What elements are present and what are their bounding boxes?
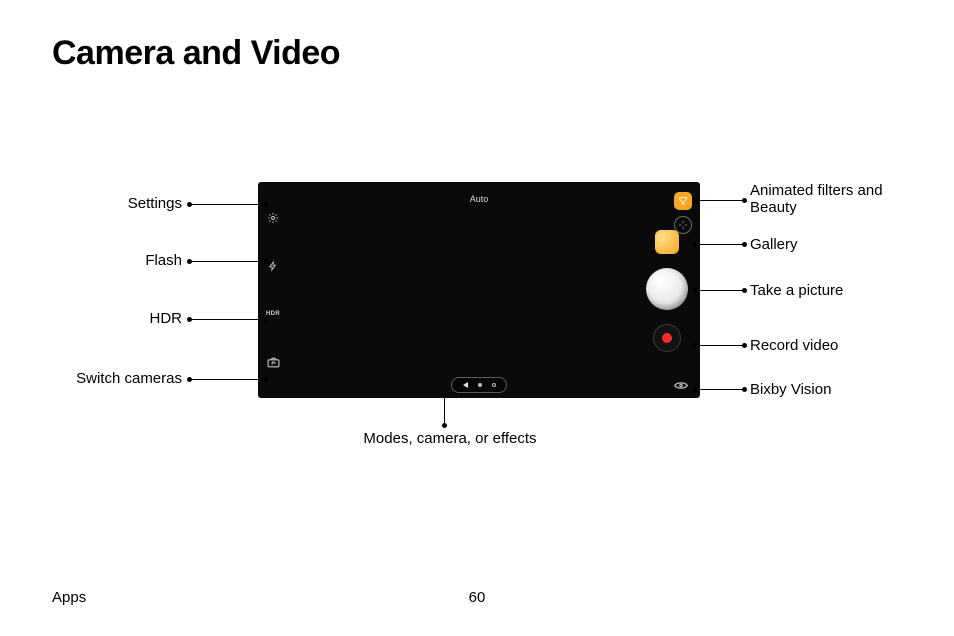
- mode-pager[interactable]: [451, 377, 507, 393]
- callout-line: [189, 261, 265, 262]
- pager-dot: [478, 383, 482, 387]
- callout-line: [189, 204, 265, 205]
- footer-section: Apps: [52, 589, 86, 606]
- callout-endpoint: [187, 202, 192, 207]
- pager-dot: [492, 383, 496, 387]
- filters-button[interactable]: [674, 192, 692, 210]
- flash-icon: [268, 260, 278, 272]
- callout-modes: Modes, camera, or effects: [340, 430, 560, 447]
- switch-camera-icon: [267, 357, 280, 368]
- callout-endpoint: [442, 423, 447, 428]
- callout-hdr: HDR: [60, 310, 182, 327]
- sparkle-icon: [678, 220, 688, 230]
- callout-endpoint: [742, 387, 747, 392]
- callout-record: Record video: [750, 337, 838, 354]
- bixby-vision-button[interactable]: [674, 381, 688, 390]
- footer-page-number: 60: [469, 589, 486, 606]
- callout-line: [695, 200, 744, 201]
- gear-icon: [267, 212, 279, 224]
- callout-flash: Flash: [60, 252, 182, 269]
- switch-camera-button[interactable]: [264, 353, 282, 371]
- callout-endpoint: [187, 377, 192, 382]
- record-button[interactable]: [653, 324, 681, 352]
- filters-icon: [678, 196, 688, 206]
- callout-gallery: Gallery: [750, 236, 798, 253]
- callout-endpoint: [693, 343, 698, 348]
- callout-endpoint: [187, 259, 192, 264]
- callout-endpoint: [693, 198, 698, 203]
- callout-line: [444, 395, 445, 425]
- callout-switch-cameras: Switch cameras: [60, 370, 182, 387]
- callout-endpoint: [742, 242, 747, 247]
- callout-line: [695, 290, 744, 291]
- filter-beauty-group: [674, 192, 692, 234]
- settings-button[interactable]: [264, 209, 282, 227]
- callout-endpoint: [263, 317, 268, 322]
- callout-endpoint: [742, 198, 747, 203]
- callout-endpoint: [742, 343, 747, 348]
- callout-bixby: Bixby Vision: [750, 381, 831, 398]
- gallery-button[interactable]: [655, 230, 679, 254]
- callout-endpoint: [263, 202, 268, 207]
- camera-right-controls: [642, 230, 692, 352]
- camera-mode-label: Auto: [470, 194, 489, 204]
- callout-line: [189, 319, 265, 320]
- page-title: Camera and Video: [52, 34, 340, 73]
- callout-endpoint: [187, 317, 192, 322]
- callout-settings: Settings: [60, 195, 182, 212]
- camera-screenshot: HDR Auto: [258, 182, 700, 398]
- callout-endpoint: [742, 288, 747, 293]
- callout-endpoint: [442, 393, 447, 398]
- shutter-button[interactable]: [646, 268, 688, 310]
- callout-line: [695, 389, 744, 390]
- camera-left-strip: HDR: [258, 182, 288, 398]
- hdr-icon: HDR: [266, 311, 280, 317]
- callout-endpoint: [263, 377, 268, 382]
- record-dot-icon: [662, 333, 672, 343]
- callout-endpoint: [693, 387, 698, 392]
- callout-endpoint: [693, 288, 698, 293]
- callout-line: [189, 379, 265, 380]
- callout-filters: Animated filters and Beauty: [750, 182, 910, 216]
- pager-left-indicator: [463, 382, 468, 388]
- callout-line: [695, 345, 744, 346]
- callout-endpoint: [693, 242, 698, 247]
- callout-endpoint: [263, 259, 268, 264]
- callout-shutter: Take a picture: [750, 282, 843, 299]
- callout-line: [695, 244, 744, 245]
